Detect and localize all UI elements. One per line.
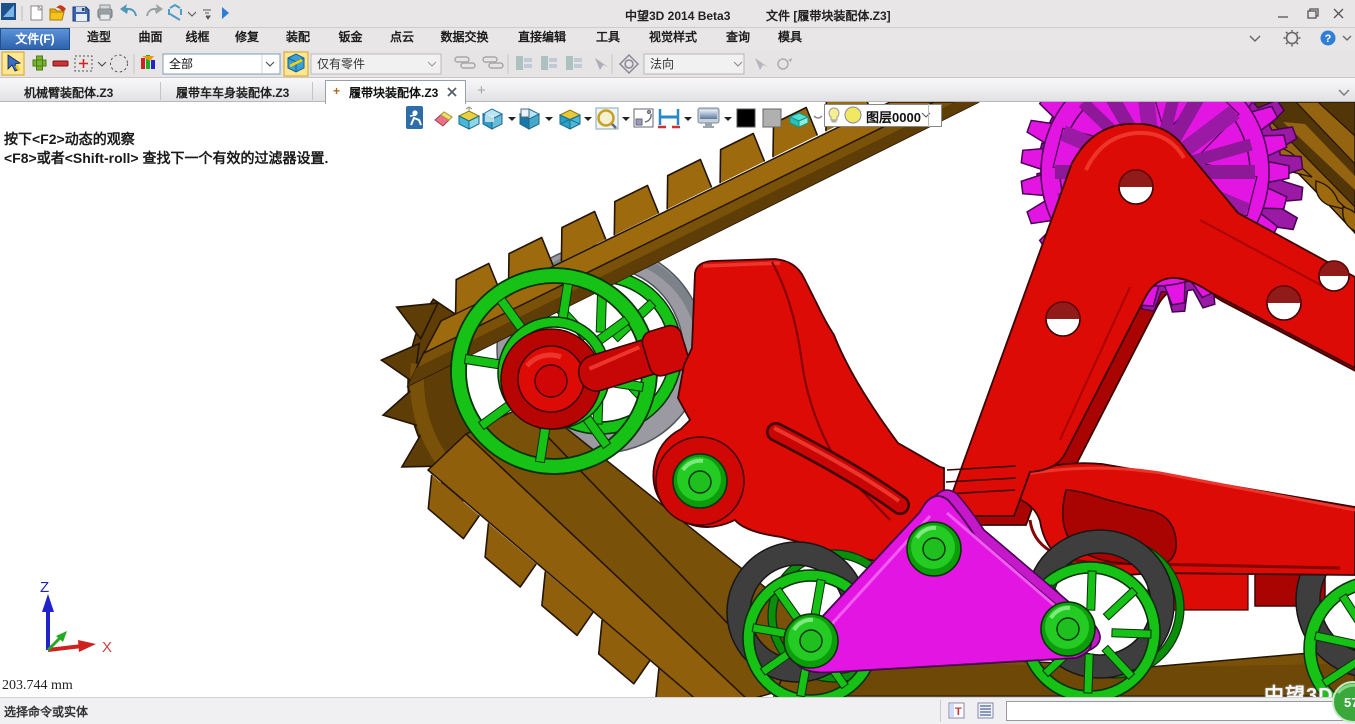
- svg-text:仅有零件: 仅有零件: [317, 57, 365, 71]
- svg-text:57: 57: [1344, 695, 1355, 710]
- svg-text:全部: 全部: [169, 56, 193, 71]
- svg-text:T: T: [955, 706, 962, 718]
- svg-text:X: X: [102, 639, 112, 656]
- svg-text:Z: Z: [40, 580, 49, 596]
- svg-text:法向: 法向: [650, 56, 674, 71]
- svg-text:?: ?: [1325, 33, 1332, 45]
